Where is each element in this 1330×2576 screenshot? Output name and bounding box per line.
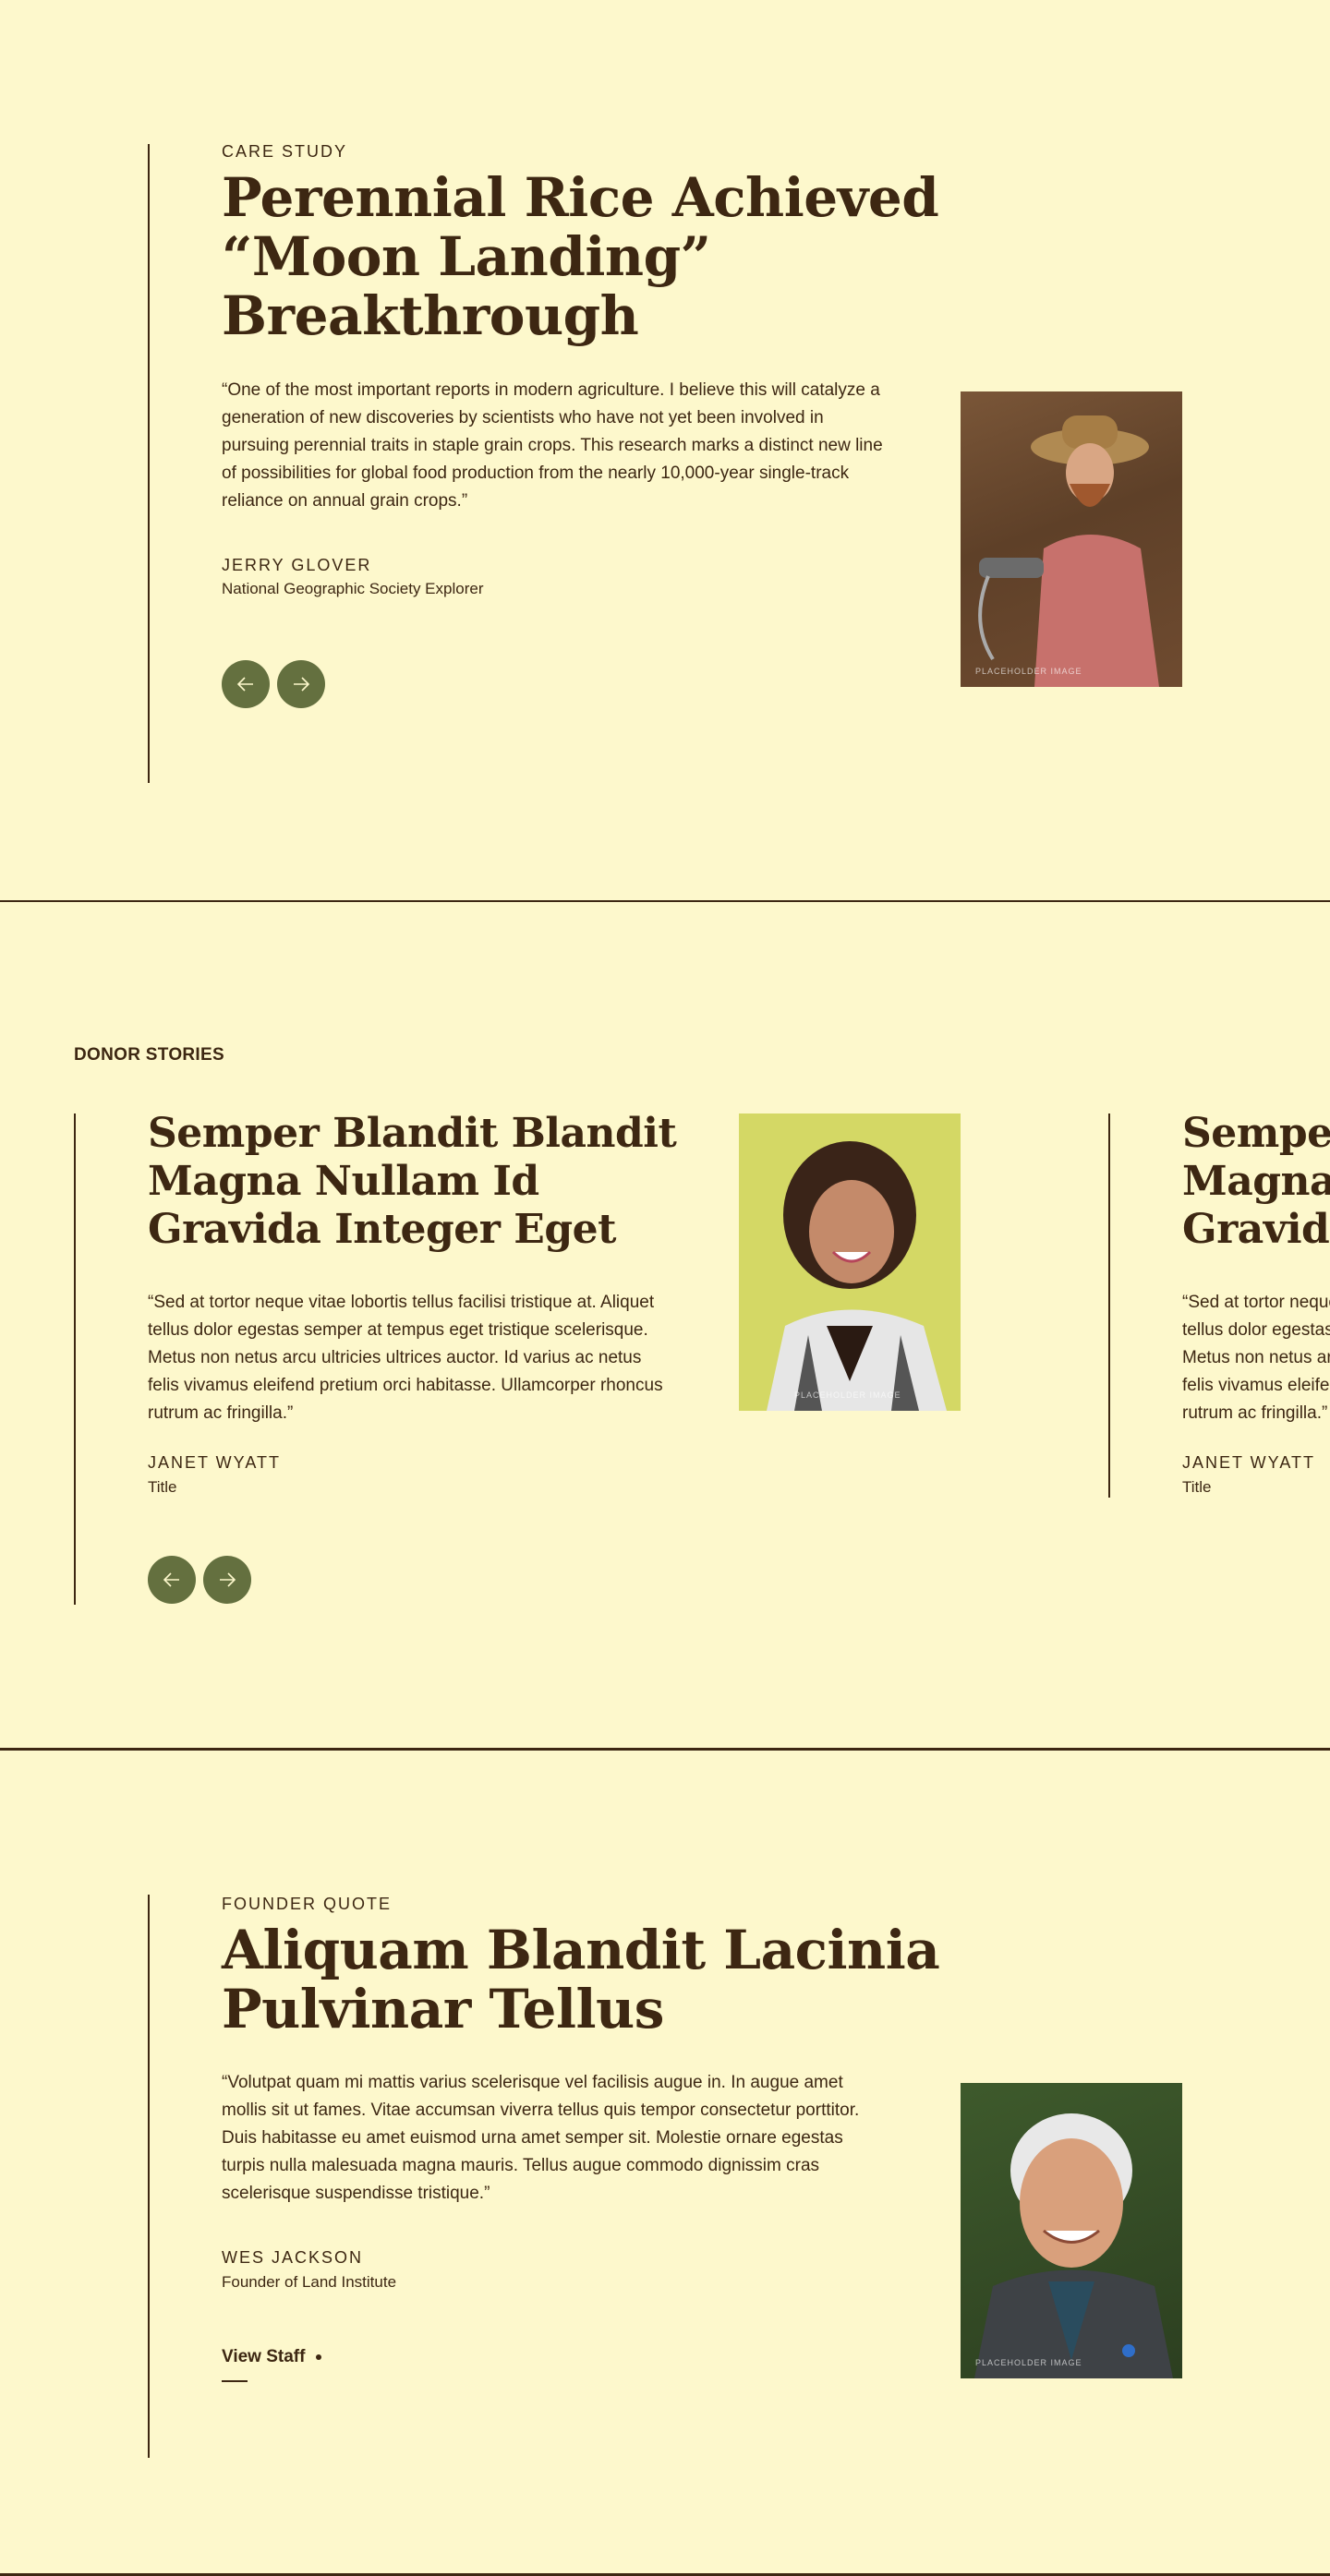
title-line: Gravida Integer Eget [1182, 1206, 1330, 1253]
founder-divider-line [148, 1895, 150, 2458]
section-divider [0, 1748, 1330, 1751]
portrait-illustration [767, 1141, 947, 1411]
arrow-right-icon [294, 677, 310, 692]
donor-carousel-controls [148, 1556, 251, 1604]
portrait-illustration [978, 415, 1159, 687]
next-button[interactable] [203, 1556, 251, 1604]
title-line: Magna Nullam Id [148, 1158, 539, 1205]
case-study-divider-line [148, 144, 150, 783]
case-study-title: Perennial Rice Achieved “Moon Landing” B… [222, 168, 961, 345]
view-staff-underline [222, 2380, 248, 2382]
title-line: Breakthrough [222, 284, 639, 347]
donor-card-quote: “Sed at tortor neque vitae lobortis tell… [148, 1293, 663, 1423]
donor-card-name: JANET WYATT [1182, 1453, 1316, 1472]
janet-wyatt-photo: PLACEHOLDER IMAGE [739, 1113, 961, 1411]
arrow-left-icon [236, 677, 253, 692]
case-study-eyebrow: CARE STUDY [222, 142, 348, 161]
title-line: Aliquam Blandit Lacinia [222, 1919, 940, 1981]
title-line: Gravida Integer Eget [148, 1206, 616, 1253]
donor-card-divider-line [1108, 1113, 1110, 1498]
section-divider [0, 900, 1330, 902]
donor-card-title: Semper Blandit Blandit Magna Nullam Id G… [1182, 1113, 1330, 1254]
title-line: Perennial Rice Achieved [222, 166, 939, 229]
arrow-left-icon [163, 1572, 179, 1587]
next-button[interactable] [277, 660, 325, 708]
donor-card-quote: “Sed at tortor neque vitae lobortis tell… [1182, 1293, 1330, 1423]
title-line: Semper Blandit Blandit [1182, 1113, 1330, 1157]
donor-card-role: Title [148, 1478, 177, 1496]
wes-jackson-photo: PLACEHOLDER IMAGE [961, 2083, 1182, 2378]
portrait-illustration [974, 2113, 1173, 2378]
view-staff-label: View Staff [222, 2347, 306, 2366]
view-staff-link[interactable]: View Staff [222, 2347, 322, 2367]
title-line: Semper Blandit Blandit [148, 1110, 677, 1157]
founder-role: Founder of Land Institute [222, 2273, 397, 2291]
founder-quote: “Volutpat quam mi mattis varius sceleris… [222, 2073, 860, 2203]
donor-card-title: Semper Blandit Blandit Magna Nullam Id G… [148, 1110, 720, 1254]
arrow-right-icon [220, 1572, 236, 1587]
photo-placeholder-label: PLACEHOLDER IMAGE [975, 667, 1082, 676]
title-line: “Moon Landing” [222, 225, 711, 288]
donor-next-card: Semper Blandit Blandit Magna Nullam Id G… [1108, 1113, 1330, 1501]
donor-stories-heading: DONOR STORIES [74, 1045, 224, 1065]
donor-card-name: JANET WYATT [148, 1453, 282, 1472]
case-study-carousel-controls [222, 660, 325, 708]
donor-card-role: Title [1182, 1478, 1212, 1496]
bullet-dot-icon [316, 2354, 322, 2360]
photo-placeholder-label: PLACEHOLDER IMAGE [794, 1390, 901, 1400]
prev-button[interactable] [222, 660, 270, 708]
founder-title: Aliquam Blandit Lacinia Pulvinar Tellus [222, 1920, 979, 2039]
title-line: Pulvinar Tellus [222, 1978, 664, 2040]
donor-card-divider-line [74, 1113, 76, 1605]
title-line: Magna Nullam Id [1182, 1158, 1330, 1205]
case-study-role: National Geographic Society Explorer [222, 580, 484, 597]
founder-name: WES JACKSON [222, 2248, 364, 2267]
founder-eyebrow: FOUNDER QUOTE [222, 1895, 393, 1913]
photo-placeholder-label: PLACEHOLDER IMAGE [975, 2358, 1082, 2367]
case-study-quote: “One of the most important reports in mo… [222, 380, 883, 511]
jerry-glover-photo: PLACEHOLDER IMAGE [961, 391, 1182, 687]
case-study-name: JERRY GLOVER [222, 556, 372, 574]
prev-button[interactable] [148, 1556, 196, 1604]
